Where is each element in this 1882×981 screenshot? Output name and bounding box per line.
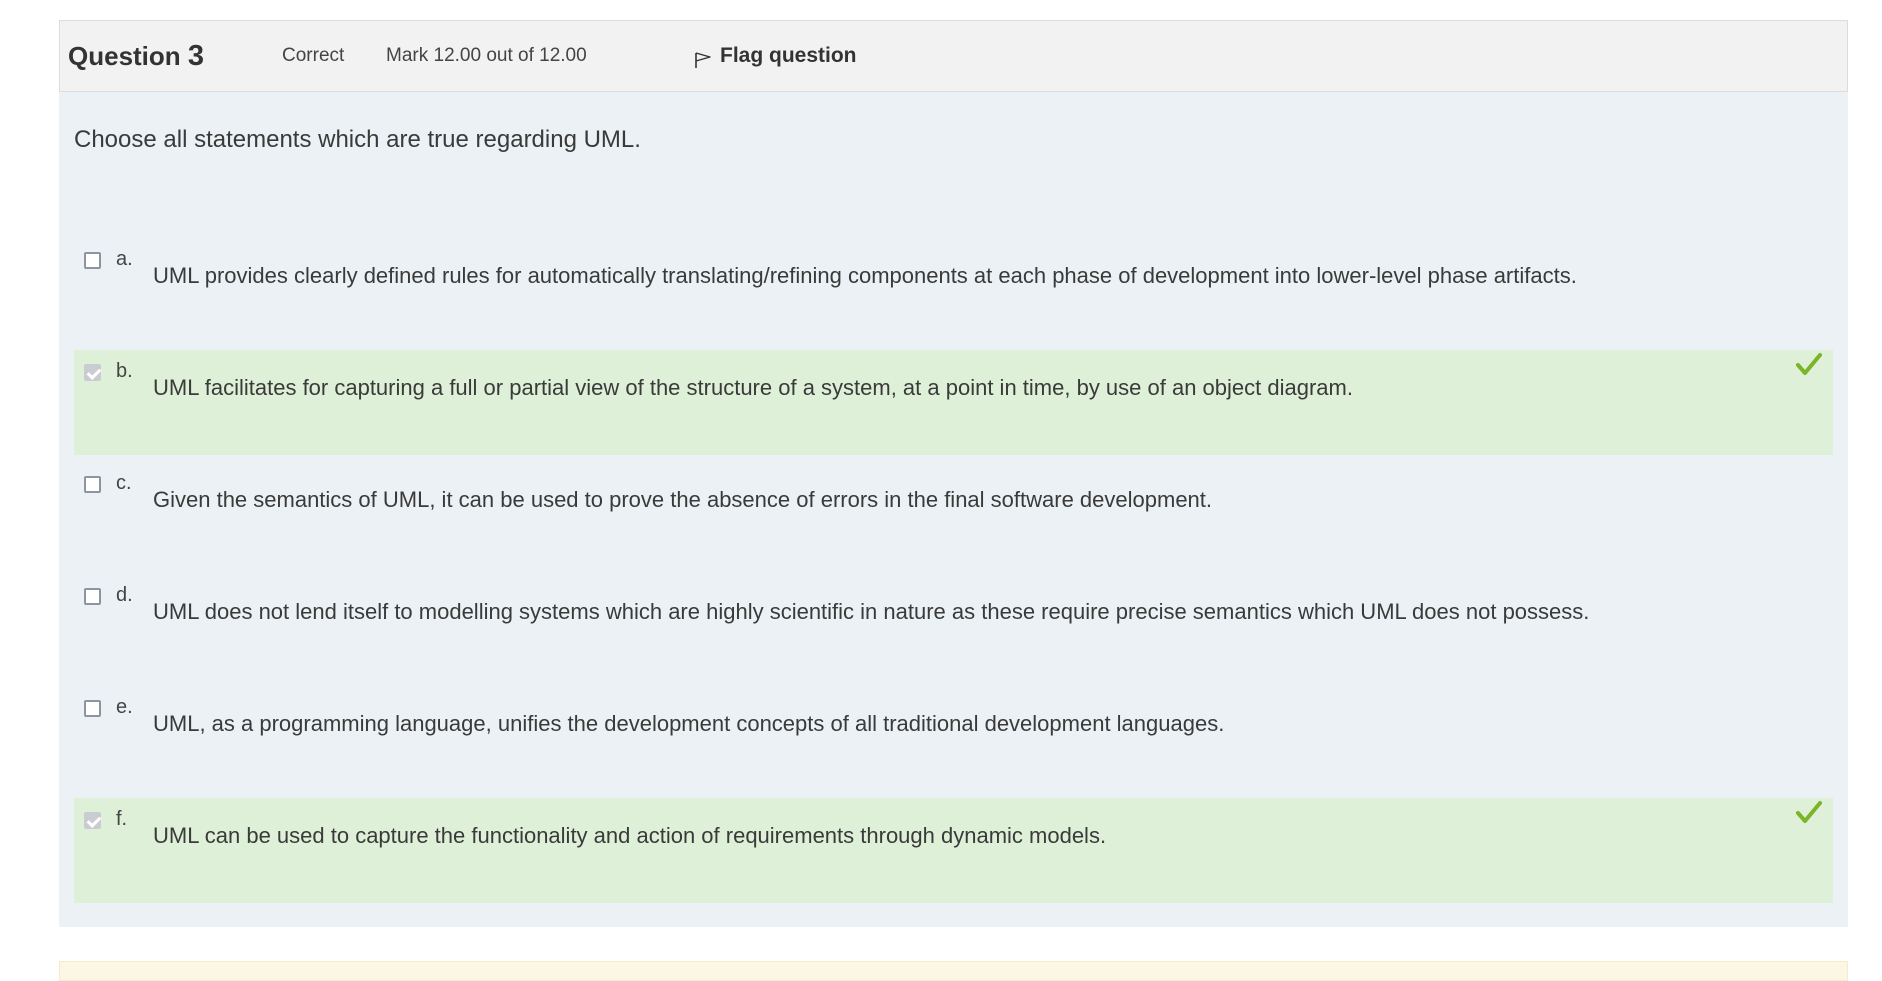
answer-letter: e. — [116, 696, 133, 718]
answer-checkbox-b[interactable] — [84, 364, 101, 381]
answer-list: a. UML provides clearly defined rules fo… — [74, 238, 1833, 903]
answer-text: UML does not lend itself to modelling sy… — [153, 599, 1590, 624]
question-label: Question — [68, 40, 181, 71]
question-info-bar: Question 3 Correct Mark 12.00 out of 12.… — [59, 20, 1848, 92]
question-container: Question 3 Correct Mark 12.00 out of 12.… — [59, 20, 1848, 927]
answer-letter: b. — [116, 360, 133, 382]
question-content: Choose all statements which are true reg… — [59, 92, 1848, 927]
question-grade: Mark 12.00 out of 12.00 — [386, 45, 587, 66]
state-wrap: Correct — [282, 45, 386, 67]
answer-option-e[interactable]: e. UML, as a programming language, unifi… — [74, 686, 1833, 798]
flag-question-label: Flag question — [720, 44, 857, 67]
answer-letter: f. — [116, 808, 128, 830]
answer-option-c[interactable]: c. Given the semantics of UML, it can be… — [74, 462, 1833, 574]
answer-option-d[interactable]: d. UML does not lend itself to modelling… — [74, 574, 1833, 686]
answer-letter: c. — [116, 472, 132, 494]
flag-icon — [695, 52, 711, 68]
next-question-container — [59, 961, 1848, 981]
question-prompt: Choose all statements which are true reg… — [74, 126, 641, 153]
answer-text: Given the semantics of UML, it can be us… — [153, 487, 1213, 512]
answer-text: UML provides clearly defined rules for a… — [153, 263, 1577, 288]
answer-option-b[interactable]: b. UML facilitates for capturing a full … — [74, 350, 1833, 455]
question-number-value: 3 — [187, 39, 205, 72]
answer-option-a[interactable]: a. UML provides clearly defined rules fo… — [74, 238, 1833, 350]
answer-letter: a. — [116, 248, 133, 270]
answer-letter: d. — [116, 584, 133, 606]
answer-checkbox-e[interactable] — [84, 700, 101, 717]
flag-question-link[interactable]: Flag question — [694, 43, 857, 69]
check-icon — [1796, 801, 1822, 823]
check-icon — [1796, 353, 1822, 375]
answer-checkbox-a[interactable] — [84, 252, 101, 269]
answer-text: UML facilitates for capturing a full or … — [153, 375, 1353, 400]
answer-text: UML can be used to capture the functiona… — [153, 823, 1107, 848]
question-number: Question 3 — [68, 40, 282, 73]
question-state: Correct — [282, 45, 345, 66]
answer-checkbox-c[interactable] — [84, 476, 101, 493]
answer-option-f[interactable]: f. UML can be used to capture the functi… — [74, 798, 1833, 903]
answer-text: UML, as a programming language, unifies … — [153, 711, 1225, 736]
answer-checkbox-d[interactable] — [84, 588, 101, 605]
answer-checkbox-f[interactable] — [84, 812, 101, 829]
